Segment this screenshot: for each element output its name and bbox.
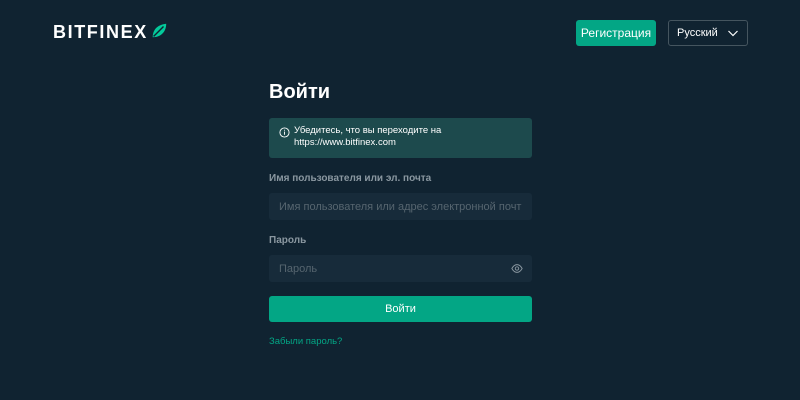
login-submit-button[interactable]: Войти: [269, 296, 532, 322]
notice-line-1: Убедитесь, что вы переходите на: [294, 125, 442, 136]
login-page: BITFINEX Регистрация Русский Войти Убеди…: [0, 0, 800, 400]
info-icon: [279, 127, 290, 138]
leaf-icon: [152, 23, 167, 38]
chevron-down-icon: [728, 30, 738, 37]
login-form: Войти Убедитесь, что вы переходите на ht…: [269, 80, 532, 348]
page-title: Войти: [269, 81, 331, 103]
bitfinex-logo[interactable]: BITFINEX: [53, 22, 168, 42]
password-input[interactable]: [269, 255, 532, 282]
notice-text: Убедитесь, что вы переходите на https://…: [294, 125, 441, 149]
password-label: Пароль: [269, 235, 307, 246]
language-selected-value: Русский: [677, 27, 718, 39]
register-button[interactable]: Регистрация: [576, 20, 656, 46]
phishing-notice: Убедитесь, что вы переходите на https://…: [269, 118, 532, 158]
eye-icon[interactable]: [511, 263, 523, 274]
password-field-wrapper: [269, 255, 532, 282]
forgot-password-link[interactable]: Забыли пароль?: [269, 336, 532, 348]
username-input[interactable]: [269, 193, 532, 220]
language-select[interactable]: Русский: [668, 20, 748, 46]
logo-text: BITFINEX: [53, 22, 148, 42]
username-field-wrapper: [269, 193, 532, 220]
notice-url: https://www.bitfinex.com: [294, 137, 396, 148]
username-label: Имя пользователя или эл. почта: [269, 173, 432, 184]
